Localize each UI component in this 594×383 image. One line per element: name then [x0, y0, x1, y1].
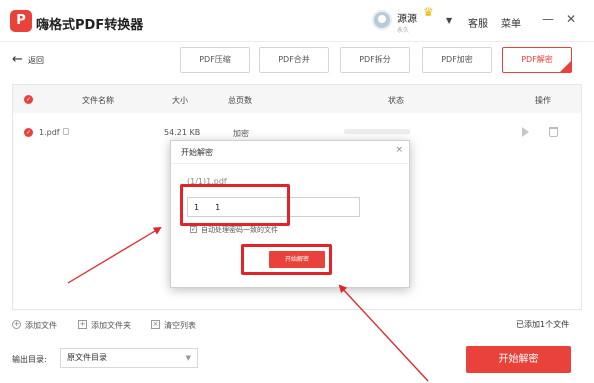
- username[interactable]: 源源: [397, 10, 417, 25]
- auto-process-checkbox[interactable]: ✓: [190, 226, 197, 233]
- avatar[interactable]: [372, 10, 392, 30]
- chevron-down-icon: ▼: [185, 354, 191, 362]
- column-header-action: 操作: [535, 96, 551, 105]
- column-header-pages: 总页数: [228, 96, 252, 105]
- back-button[interactable]: 返回: [28, 55, 44, 66]
- membership-label: 永久: [397, 27, 410, 34]
- tab-pdf-decrypt[interactable]: PDF解密 ✓: [502, 47, 572, 73]
- column-header-status: 状态: [388, 96, 404, 105]
- file-name: 1.pdf: [39, 128, 60, 137]
- add-file-button[interactable]: 添加文件: [25, 320, 57, 331]
- decrypt-dialog: 开始解密 × (1/1)1.pdf ✓ 自动处理密码一致的文件 开始解密: [170, 140, 410, 288]
- row-checkbox[interactable]: ✓: [24, 128, 33, 137]
- play-icon[interactable]: [522, 127, 529, 137]
- password-input[interactable]: [187, 197, 360, 217]
- trash-icon[interactable]: [549, 127, 558, 137]
- start-decrypt-button[interactable]: 开始解密: [466, 346, 571, 373]
- column-header-name: 文件名称: [82, 96, 114, 105]
- chevron-down-icon[interactable]: ▼: [446, 16, 452, 25]
- output-dir-label: 输出目录:: [12, 355, 47, 364]
- clear-list-icon[interactable]: ×: [151, 320, 160, 329]
- added-count-label: 已添加1个文件: [516, 320, 570, 329]
- tab-pdf-split[interactable]: PDF拆分: [340, 47, 410, 73]
- status-progress: [344, 129, 410, 134]
- tab-pdf-compress[interactable]: PDF压缩: [180, 47, 250, 73]
- output-dir-value: 原文件目录: [67, 353, 107, 362]
- output-dir-select[interactable]: 原文件目录 ▼: [60, 348, 198, 368]
- column-header-size: 大小: [172, 96, 188, 105]
- dialog-file-label: (1/1)1.pdf: [187, 177, 227, 186]
- add-folder-icon[interactable]: +: [78, 320, 87, 329]
- customer-service-link[interactable]: 客服: [468, 15, 488, 30]
- tab-pdf-encrypt[interactable]: PDF加密: [422, 47, 492, 73]
- clear-list-button[interactable]: 清空列表: [164, 320, 196, 331]
- menu-link[interactable]: 菜单: [501, 15, 521, 30]
- close-icon[interactable]: ✕: [566, 12, 576, 26]
- auto-process-label: 自动处理密码一致的文件: [201, 226, 278, 233]
- tab-label: PDF解密: [521, 55, 553, 64]
- dialog-title: 开始解密: [181, 148, 213, 157]
- add-folder-button[interactable]: 添加文件夹: [91, 320, 131, 331]
- divider: [171, 163, 409, 164]
- select-all-checkbox[interactable]: ✓: [24, 95, 33, 104]
- back-arrow-icon[interactable]: ←: [12, 52, 23, 67]
- file-pages: 加密: [233, 129, 249, 138]
- check-icon: ✓: [564, 56, 570, 63]
- minimize-icon[interactable]: —: [542, 12, 554, 26]
- lock-icon: [63, 128, 69, 135]
- add-file-icon[interactable]: +: [12, 320, 21, 329]
- crown-icon: ♛: [423, 5, 434, 19]
- file-size: 54.21 KB: [164, 128, 201, 137]
- tab-pdf-merge[interactable]: PDF合并: [259, 47, 329, 73]
- app-logo-icon: P: [10, 10, 32, 32]
- app-title: 嗨格式PDF转换器: [36, 18, 144, 33]
- dialog-start-decrypt-button[interactable]: 开始解密: [269, 251, 325, 268]
- dialog-close-icon[interactable]: ×: [395, 145, 403, 155]
